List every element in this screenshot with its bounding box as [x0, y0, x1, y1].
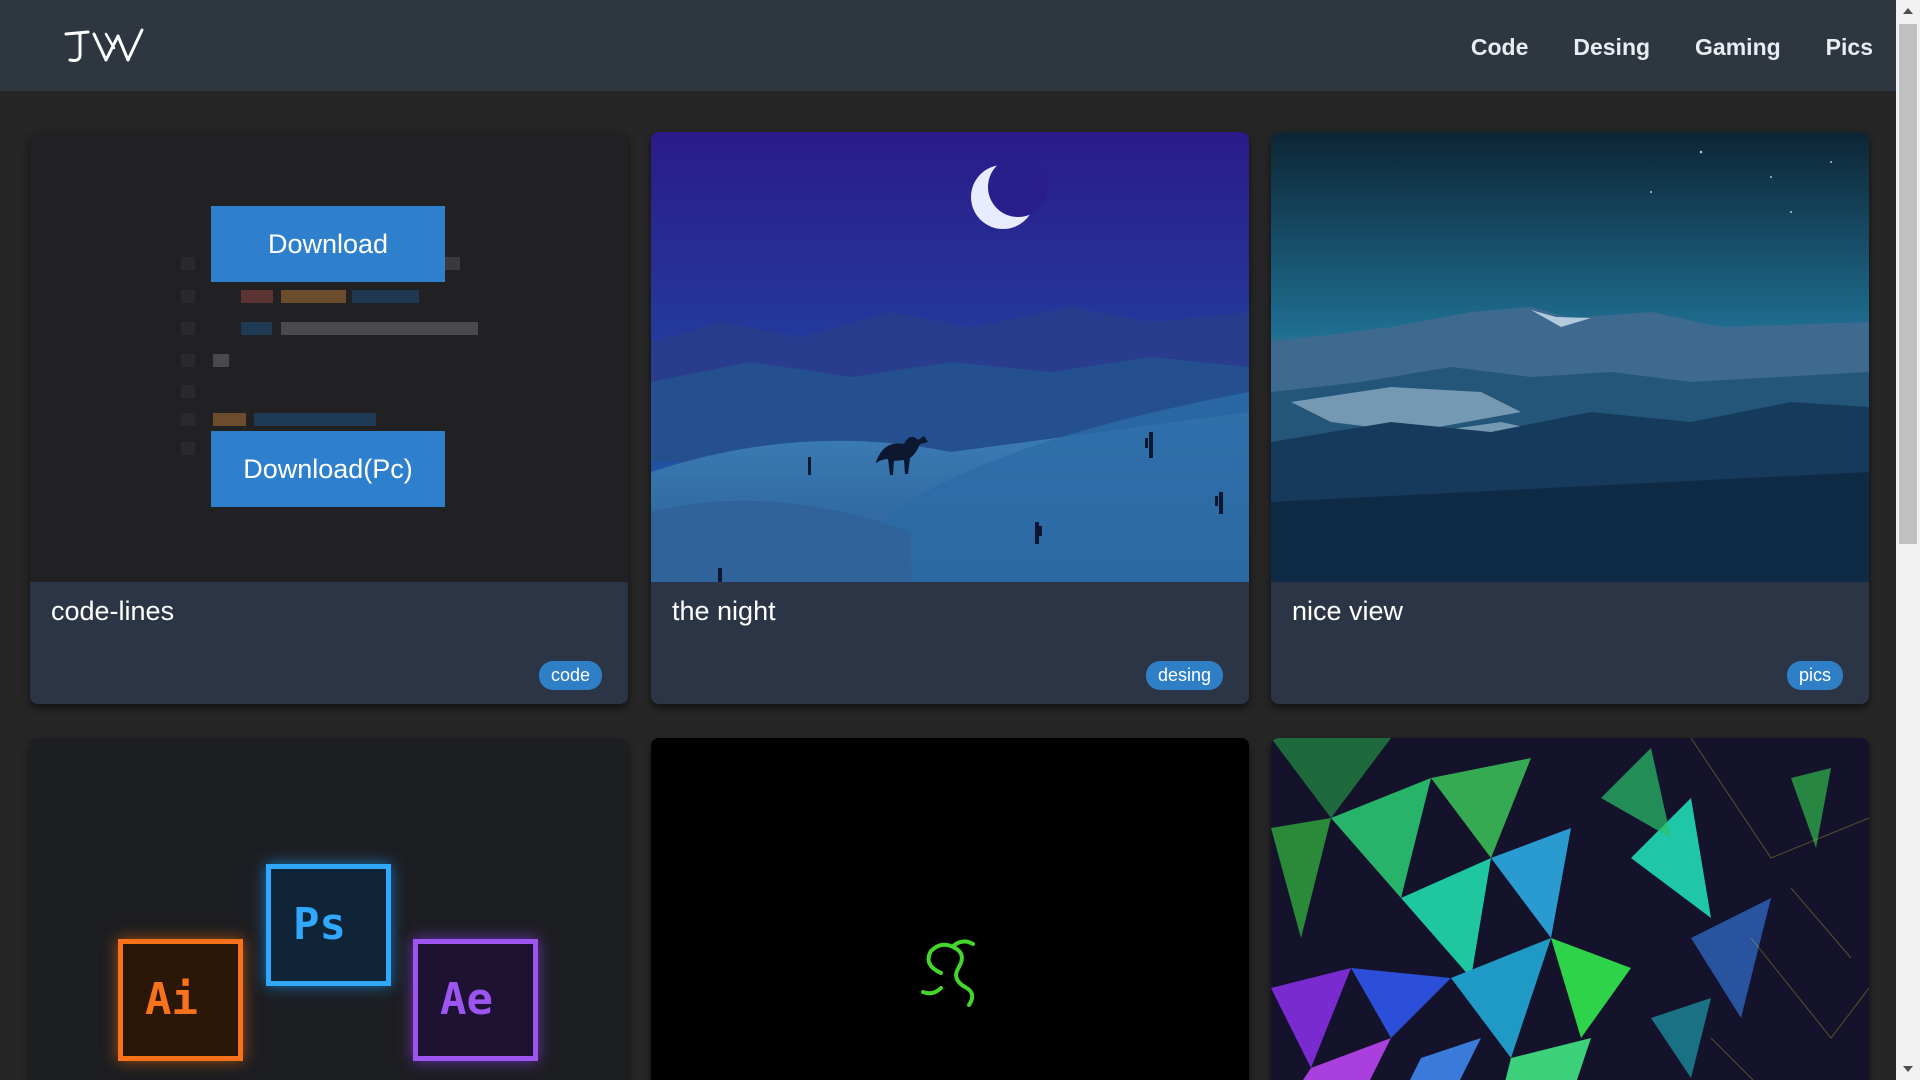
- card-thumbnail: Ps Ai Ae: [30, 738, 628, 1080]
- card-thumbnail: [651, 738, 1249, 1080]
- scroll-up-arrow-icon[interactable]: [1903, 8, 1913, 14]
- nav-link-desing[interactable]: Desing: [1573, 34, 1650, 61]
- razer-spectrum-image: [651, 738, 1249, 1080]
- page-scrollbar[interactable]: [1896, 0, 1920, 1080]
- mountain-view-image: [1271, 132, 1869, 582]
- scroll-down-arrow-icon[interactable]: [1903, 1066, 1913, 1072]
- wallpaper-card-adobe[interactable]: Ps Ai Ae: [30, 738, 628, 1080]
- top-navbar: Code Desing Gaming Pics: [0, 0, 1896, 91]
- card-title: nice view: [1292, 596, 1404, 626]
- wallpaper-card-polygons[interactable]: [1271, 738, 1869, 1080]
- photoshop-icon: Ps: [266, 864, 391, 986]
- nav-link-pics[interactable]: Pics: [1826, 34, 1873, 61]
- card-thumbnail: [651, 132, 1249, 582]
- category-tag[interactable]: pics: [1786, 661, 1843, 690]
- download-pc-button[interactable]: Download(Pc): [211, 431, 445, 507]
- category-tag[interactable]: desing: [1145, 661, 1223, 690]
- card-info: code-lines code: [30, 582, 628, 704]
- card-title: the night: [672, 596, 776, 626]
- wallpaper-card-code-lines[interactable]: Download Download(Pc) code-lines code: [30, 132, 628, 704]
- ps-label: Ps: [293, 899, 346, 950]
- ai-label: Ai: [145, 974, 198, 1025]
- wallpaper-card-nice-view[interactable]: nice view pics: [1271, 132, 1869, 704]
- card-thumbnail: Download Download(Pc): [30, 132, 628, 582]
- desert-night-image: [651, 132, 1249, 582]
- nav-link-code[interactable]: Code: [1471, 34, 1529, 61]
- jw-logo-icon: [64, 28, 144, 62]
- nav-link-gaming[interactable]: Gaming: [1695, 34, 1781, 61]
- category-tag[interactable]: code: [538, 661, 602, 690]
- card-info: the night desing: [651, 582, 1249, 704]
- card-thumbnail: [1271, 738, 1869, 1080]
- wallpaper-card-razer[interactable]: [651, 738, 1249, 1080]
- polygon-art-image: [1271, 738, 1869, 1080]
- scroll-thumb[interactable]: [1899, 24, 1917, 544]
- razer-logo-icon: [921, 939, 975, 1007]
- site-logo[interactable]: [62, 26, 162, 66]
- wallpaper-card-the-night[interactable]: the night desing: [651, 132, 1249, 704]
- ae-label: Ae: [440, 974, 493, 1025]
- card-info: nice view pics: [1271, 582, 1869, 704]
- download-button[interactable]: Download: [211, 206, 445, 282]
- card-title: code-lines: [51, 596, 175, 626]
- main-nav: Code Desing Gaming Pics: [1471, 34, 1873, 61]
- card-thumbnail: [1271, 132, 1869, 582]
- illustrator-icon: Ai: [118, 939, 243, 1061]
- after-effects-icon: Ae: [413, 939, 538, 1061]
